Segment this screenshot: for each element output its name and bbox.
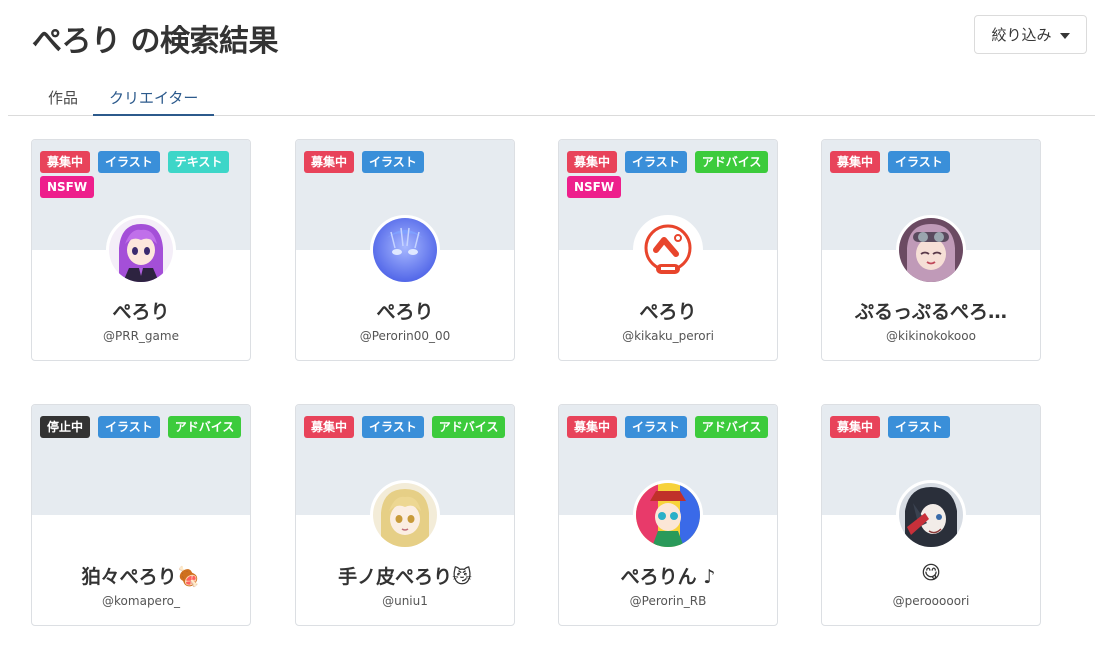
tag-badge: イラスト [888, 151, 950, 173]
filter-button-label: 絞り込み [991, 26, 1052, 44]
tab-creators[interactable]: クリエイター [93, 78, 215, 116]
creator-handle: @uniu1 [382, 594, 428, 608]
creator-handle: @komapero_ [102, 594, 180, 608]
tab-works[interactable]: 作品 [32, 78, 94, 116]
tag-badge: アドバイス [694, 151, 769, 173]
dark-haired-character-avatar[interactable] [896, 480, 966, 550]
tag-badge: NSFW [567, 176, 622, 198]
tag-badge: 募集中 [40, 151, 91, 173]
creator-handle: @PRR_game [103, 329, 179, 343]
perori-logo-avatar[interactable] [633, 215, 703, 285]
tag-badge: アドバイス [694, 416, 769, 438]
tag-list: 募集中 イラスト [830, 416, 1034, 438]
result-tabs: 作品 クリエイター [8, 78, 1095, 116]
page-title: ぺろり の検索結果 [32, 24, 278, 59]
tag-badge: イラスト [888, 416, 950, 438]
tag-badge: 募集中 [304, 151, 355, 173]
creator-card[interactable]: 募集中 イラスト アドバイス NSFW ぺろり @kikaku_perori [558, 139, 778, 361]
blue-glow-avatar[interactable] [370, 215, 440, 285]
tag-badge: イラスト [98, 416, 160, 438]
tag-badge: 募集中 [567, 416, 618, 438]
tag-badge: イラスト [625, 151, 687, 173]
tag-badge: 停止中 [40, 416, 91, 438]
filter-button[interactable]: 絞り込み [974, 15, 1087, 54]
tag-badge: テキスト [167, 151, 230, 173]
tag-badge: イラスト [362, 151, 424, 173]
creator-name[interactable]: 手ノ皮ぺろり😼 [296, 562, 514, 589]
tag-badge: イラスト [625, 416, 687, 438]
creator-card[interactable]: 募集中 イラスト ぷるっぷるぺろ… @kikinokokooo [821, 139, 1041, 361]
goggles-girl-avatar[interactable] [896, 215, 966, 285]
creator-card[interactable]: 募集中 イラスト テキスト NSFW ぺろり @PRR_game [31, 139, 251, 361]
colorful-character-avatar[interactable] [633, 480, 703, 550]
creator-card[interactable]: 募集中 イラスト アドバイス 手ノ皮ぺろり😼 @uniu1 [295, 404, 515, 626]
tag-list: 募集中 イラスト アドバイス [304, 416, 508, 438]
creator-handle: @perooooori [892, 594, 970, 608]
creator-name[interactable]: ぺろり [296, 297, 514, 324]
tag-badge: イラスト [98, 151, 160, 173]
tag-list: 停止中 イラスト アドバイス [40, 416, 244, 438]
creator-name[interactable]: 狛々ぺろり🍖 [32, 562, 250, 589]
tag-list: 募集中 イラスト アドバイス [567, 416, 771, 438]
tag-list: 募集中 イラスト [830, 151, 1034, 173]
tag-badge: イラスト [362, 416, 424, 438]
creator-name[interactable]: ぺろりん ♪ [559, 562, 777, 589]
creator-handle: @kikinokokooo [886, 329, 976, 343]
tag-badge: 募集中 [830, 151, 881, 173]
creator-handle: @kikaku_perori [622, 329, 714, 343]
tag-list: 募集中 イラスト テキスト NSFW [40, 151, 244, 198]
purple-hair-girl-avatar[interactable] [106, 215, 176, 285]
tag-badge: NSFW [40, 176, 95, 198]
tag-badge: 募集中 [567, 151, 618, 173]
tag-badge: 募集中 [304, 416, 355, 438]
creator-handle: @Perorin00_00 [359, 329, 451, 343]
tag-badge: アドバイス [167, 416, 242, 438]
creator-card[interactable]: 募集中 イラスト ぺろり @Perorin00_00 [295, 139, 515, 361]
creator-name[interactable]: ぷるっぷるぺろ… [822, 297, 1040, 324]
creator-handle: @Perorin_RB [629, 594, 707, 608]
creator-card[interactable]: 募集中 イラスト アドバイス ぺろりん ♪ @Perorin_RB [558, 404, 778, 626]
creator-name[interactable]: ぺろり [559, 297, 777, 324]
creator-card[interactable]: 募集中 イラスト 😋 @perooooori [821, 404, 1041, 626]
creator-name[interactable]: ぺろり [32, 297, 250, 324]
caret-down-icon [1059, 32, 1070, 39]
creator-card[interactable]: 停止中 イラスト アドバイス 狛々ぺろり🍖 @komapero_ [31, 404, 251, 626]
creator-name[interactable]: 😋 [822, 562, 1040, 584]
tag-list: 募集中 イラスト アドバイス NSFW [567, 151, 771, 198]
tag-badge: 募集中 [830, 416, 881, 438]
blonde-girl-avatar[interactable] [370, 480, 440, 550]
tag-list: 募集中 イラスト [304, 151, 508, 173]
tag-badge: アドバイス [431, 416, 506, 438]
